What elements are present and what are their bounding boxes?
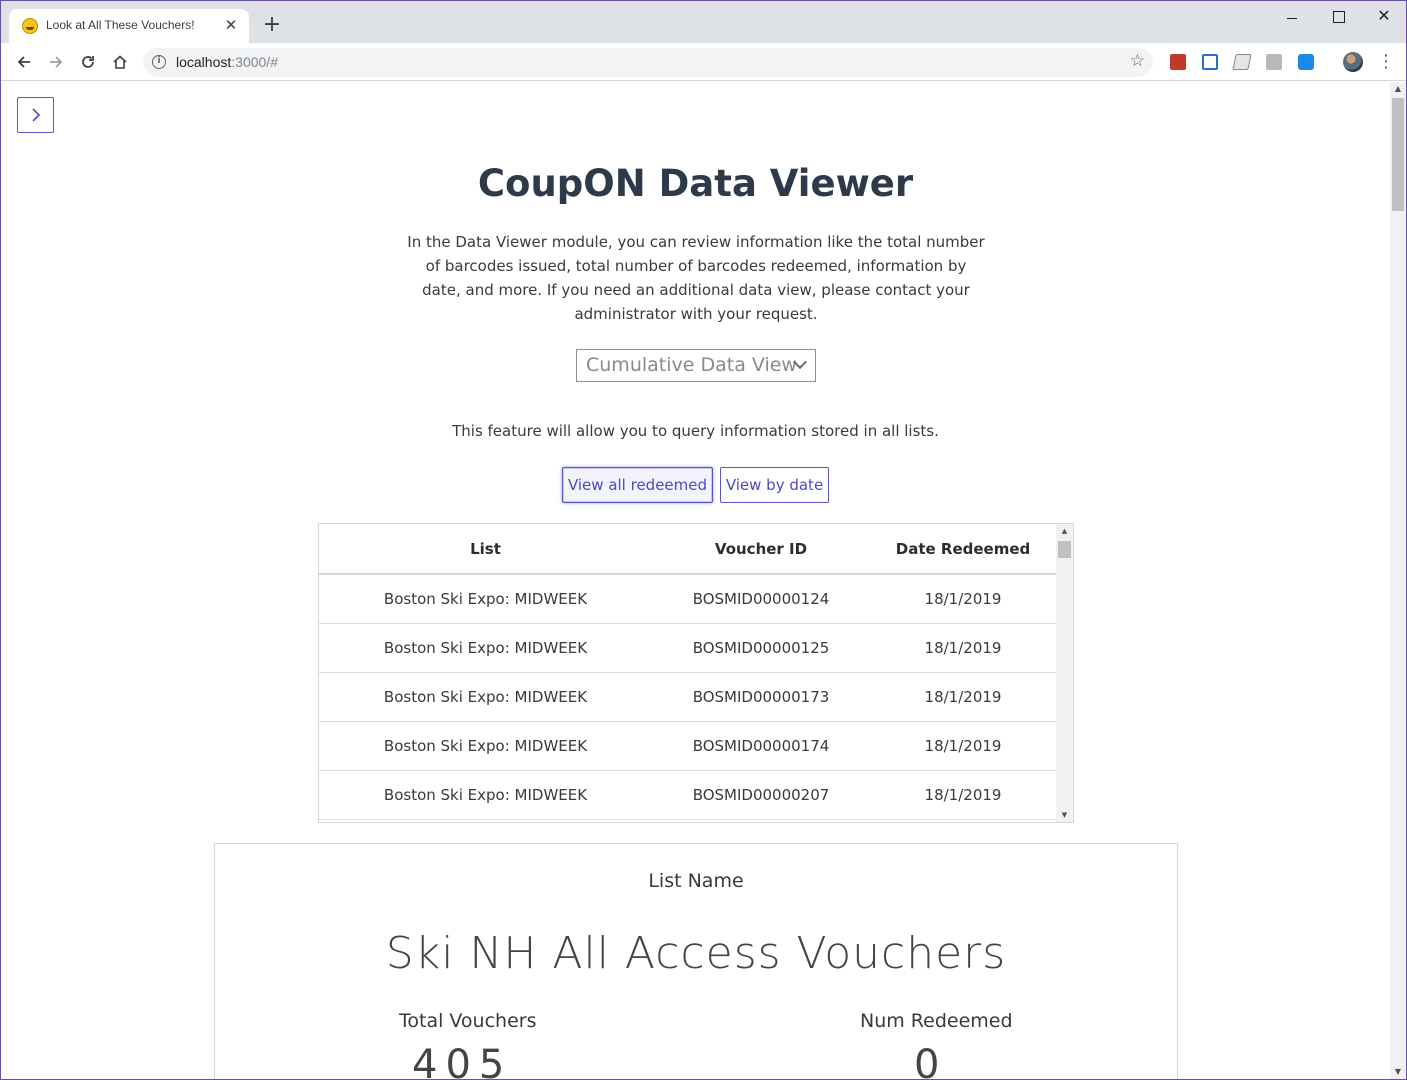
cell-voucher-id: BOSMID00000173 <box>652 672 870 722</box>
scroll-down-arrow-icon[interactable]: ▼ <box>1390 1065 1406 1079</box>
cell-date-redeemed: 18/1/2019 <box>870 574 1056 624</box>
data-view-select-value: Cumulative Data View <box>586 354 797 376</box>
column-header-date-redeemed[interactable]: Date Redeemed <box>870 524 1056 575</box>
minimize-button[interactable] <box>1269 3 1315 31</box>
cell-voucher-id: BOSMID00000125 <box>652 623 870 673</box>
new-tab-button[interactable]: + <box>259 13 285 39</box>
redeemed-table-container[interactable]: List Voucher ID Date Redeemed Boston Ski… <box>318 523 1074 823</box>
view-by-date-button[interactable]: View by date <box>720 467 829 503</box>
url-text[interactable]: localhost:3000/# <box>176 54 278 70</box>
tab-title: Look at All These Vouchers! <box>46 18 195 32</box>
forward-icon[interactable] <box>43 49 69 75</box>
favicon-icon <box>22 18 38 34</box>
more-vert-icon[interactable]: ⋮ <box>1377 49 1395 75</box>
page-viewport: CoupON Data Viewer In the Data Viewer mo… <box>1 82 1390 1080</box>
redeemed-table: List Voucher ID Date Redeemed Boston Ski… <box>319 524 1056 820</box>
table-row[interactable]: Boston Ski Expo: MIDWEEK BOSMID00000125 … <box>319 623 1056 673</box>
cell-list: Boston Ski Expo: MIDWEEK <box>319 770 652 820</box>
extension-icon[interactable] <box>1232 54 1252 70</box>
feature-description: This feature will allow you to query inf… <box>452 422 939 440</box>
scroll-up-arrow-icon[interactable]: ▲ <box>1056 524 1073 538</box>
url-path: :3000/# <box>231 54 278 70</box>
url-host: localhost <box>176 54 232 70</box>
table-row[interactable]: Boston Ski Expo: MIDWEEK BOSMID00000174 … <box>319 721 1056 771</box>
table-row[interactable]: Boston Ski Expo: MIDWEEK BOSMID00000207 … <box>319 770 1056 820</box>
scroll-up-arrow-icon[interactable]: ▲ <box>1390 82 1406 96</box>
intro-text: In the Data Viewer module, you can revie… <box>407 233 985 323</box>
table-row[interactable]: Boston Ski Expo: MIDWEEK BOSMID00000124 … <box>319 574 1056 624</box>
cell-date-redeemed: 18/1/2019 <box>870 770 1056 820</box>
cell-list: Boston Ski Expo: MIDWEEK <box>319 721 652 771</box>
home-icon[interactable] <box>107 49 133 75</box>
info-icon[interactable]: i <box>152 55 166 69</box>
cell-voucher-id: BOSMID00000207 <box>652 770 870 820</box>
scroll-down-arrow-icon[interactable]: ▼ <box>1056 808 1073 822</box>
table-row[interactable]: Boston Ski Expo: MIDWEEK BOSMID00000173 … <box>319 672 1056 722</box>
extension-icon[interactable] <box>1298 54 1314 70</box>
back-icon[interactable] <box>11 49 37 75</box>
page-scrollbar[interactable]: ▲ ▼ <box>1390 82 1406 1079</box>
page-title: CoupON Data Viewer <box>477 162 914 205</box>
address-bar[interactable]: i localhost:3000/# ☆ <box>143 48 1153 77</box>
list-summary-card: List Name Ski NH All Access Vouchers Tot… <box>214 843 1178 1080</box>
window-close-button[interactable]: ✕ <box>1361 3 1406 31</box>
total-vouchers-label: Total Vouchers <box>399 1010 537 1032</box>
list-name-label: List Name <box>648 870 744 892</box>
cell-date-redeemed: 18/1/2019 <box>870 672 1056 722</box>
cell-voucher-id: BOSMID00000174 <box>652 721 870 771</box>
total-vouchers-value: 405 <box>412 1042 513 1080</box>
cell-list: Boston Ski Expo: MIDWEEK <box>319 574 652 624</box>
reload-icon[interactable] <box>75 49 101 75</box>
cell-voucher-id: BOSMID00000124 <box>652 574 870 624</box>
cell-date-redeemed: 18/1/2019 <box>870 721 1056 771</box>
maximize-button[interactable] <box>1315 3 1361 31</box>
tab-strip: Look at All These Vouchers! ✕ + ✕ <box>1 1 1406 43</box>
column-header-voucher-id[interactable]: Voucher ID <box>652 524 870 575</box>
list-name-value: Ski NH All Access Vouchers <box>385 928 1007 979</box>
cell-list: Boston Ski Expo: MIDWEEK <box>319 672 652 722</box>
table-scroll-thumb[interactable] <box>1058 541 1071 558</box>
num-redeemed-label: Num Redeemed <box>860 1010 1013 1032</box>
bookmark-star-icon[interactable]: ☆ <box>1130 51 1145 71</box>
cell-date-redeemed: 18/1/2019 <box>870 623 1056 673</box>
column-header-list[interactable]: List <box>319 524 652 575</box>
extension-icon[interactable] <box>1266 54 1282 70</box>
extension-icon[interactable] <box>1170 54 1186 70</box>
view-all-redeemed-button[interactable]: View all redeemed <box>562 467 713 503</box>
table-header-row: List Voucher ID Date Redeemed <box>319 524 1056 575</box>
page-scroll-thumb[interactable] <box>1392 98 1404 211</box>
extension-icon[interactable] <box>1202 54 1218 70</box>
browser-toolbar: i localhost:3000/# ☆ ⋮ <box>1 43 1406 81</box>
profile-avatar[interactable] <box>1343 52 1363 72</box>
browser-window: Look at All These Vouchers! ✕ + ✕ i loca… <box>0 0 1407 1080</box>
cell-list: Boston Ski Expo: MIDWEEK <box>319 623 652 673</box>
browser-tab[interactable]: Look at All These Vouchers! ✕ <box>9 9 249 43</box>
table-scrollbar[interactable]: ▲ ▼ <box>1056 524 1073 822</box>
tab-close-icon[interactable]: ✕ <box>221 15 241 35</box>
sidebar-toggle-button[interactable] <box>17 97 54 133</box>
data-view-select[interactable]: Cumulative Data View <box>576 349 816 382</box>
num-redeemed-value: 0 <box>914 1042 948 1080</box>
